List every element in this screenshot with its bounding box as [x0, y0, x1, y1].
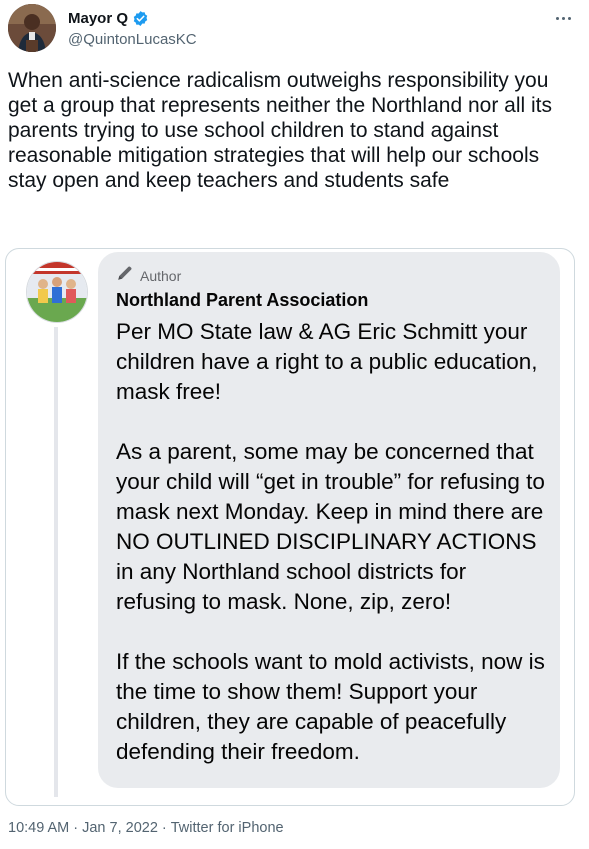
display-name[interactable]: Mayor Q [68, 10, 128, 27]
comment-bubble: Author Northland Parent Association Per … [98, 252, 560, 788]
more-options-icon[interactable] [551, 10, 575, 26]
author-badge: Author [116, 264, 181, 287]
avatar[interactable] [8, 4, 56, 52]
thread-line [54, 327, 58, 797]
tweet-text: When anti-science radicalism outweighs r… [8, 69, 558, 192]
tweet-time[interactable]: 10:49 AM [8, 820, 69, 836]
tweet-header: Mayor Q @QuintonLucasKC [8, 4, 581, 54]
pencil-icon [116, 264, 134, 287]
page-name: Northland Parent Association [116, 290, 369, 310]
meta-separator: · [73, 820, 79, 836]
verified-badge-icon [132, 10, 149, 27]
post-body: Per MO State law & AG Eric Schmitt your … [116, 319, 545, 764]
meta-separator: · [161, 820, 167, 836]
user-handle[interactable]: @QuintonLucasKC [68, 31, 197, 48]
attached-image[interactable]: Author Northland Parent Association Per … [5, 248, 575, 806]
name-row: Mayor Q [68, 10, 149, 27]
tweet-source[interactable]: Twitter for iPhone [171, 820, 284, 836]
page-avatar [26, 261, 88, 323]
tweet-date[interactable]: Jan 7, 2022 [82, 820, 158, 836]
author-label: Author [140, 267, 182, 284]
avatar-photo [8, 4, 56, 52]
tweet-meta: 10:49 AM · Jan 7, 2022 · Twitter for iPh… [8, 820, 284, 836]
